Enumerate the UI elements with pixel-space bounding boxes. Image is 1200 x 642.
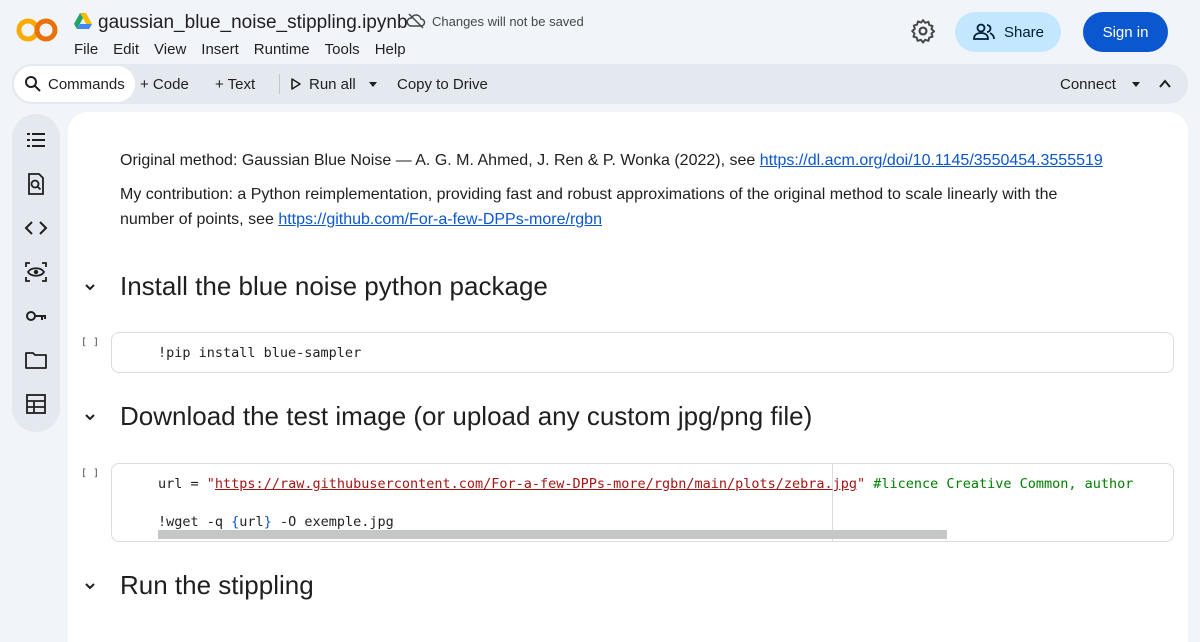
code-token: url bbox=[239, 514, 264, 530]
add-text-button[interactable]: + Text bbox=[215, 64, 255, 104]
code-token: -O exemple.jpg bbox=[271, 514, 394, 530]
cloud-off-icon bbox=[406, 13, 426, 29]
paper-link[interactable]: https://dl.acm.org/doi/10.1145/3550454.3… bbox=[760, 152, 1103, 169]
intro-paragraph-1: Original method: Gaussian Blue Noise — A… bbox=[120, 148, 1103, 173]
code-snippets-icon[interactable] bbox=[24, 216, 48, 240]
toolbar-divider bbox=[279, 74, 280, 94]
chevron-up-icon[interactable] bbox=[1158, 77, 1172, 91]
section-heading-install: Install the blue noise python package bbox=[120, 271, 548, 301]
run-all-dropdown-icon[interactable] bbox=[367, 79, 379, 89]
section-heading-run: Run the stippling bbox=[120, 570, 314, 600]
commands-button[interactable]: Commands bbox=[14, 66, 135, 102]
save-status-text: Changes will not be saved bbox=[432, 13, 584, 29]
run-all-label: Run all bbox=[309, 75, 356, 93]
code-token: " bbox=[857, 476, 866, 492]
menu-tools[interactable]: Tools bbox=[325, 41, 360, 58]
connect-dropdown-icon[interactable] bbox=[1130, 79, 1142, 89]
chevron-down-icon[interactable] bbox=[82, 409, 98, 425]
run-all-button[interactable]: Run all bbox=[289, 64, 356, 104]
horizontal-scrollbar[interactable] bbox=[158, 530, 947, 539]
menu-file[interactable]: File bbox=[74, 41, 98, 58]
chevron-down-icon[interactable] bbox=[82, 279, 98, 295]
code-url[interactable]: https://raw.githubusercontent.com/For-a-… bbox=[215, 476, 857, 492]
section-heading-download: Download the test image (or upload any c… bbox=[120, 401, 813, 431]
github-link[interactable]: https://github.com/For-a-few-DPPs-more/r… bbox=[278, 211, 602, 228]
code-cell-install[interactable]: !pip install blue-sampler bbox=[111, 332, 1174, 373]
menu-runtime[interactable]: Runtime bbox=[254, 41, 310, 58]
notebook-title[interactable]: gaussian_blue_noise_stippling.ipynb bbox=[98, 12, 408, 34]
menu-help[interactable]: Help bbox=[375, 41, 406, 58]
table-of-contents-icon[interactable] bbox=[24, 128, 48, 152]
play-icon bbox=[291, 78, 301, 90]
save-status[interactable]: Changes will not be saved bbox=[406, 13, 584, 29]
google-drive-icon bbox=[74, 13, 92, 29]
code-token: !wget -q bbox=[158, 514, 232, 530]
menu-bar: File Edit View Insert Runtime Tools Help bbox=[74, 41, 421, 58]
cell-run-button[interactable]: [ ] bbox=[81, 337, 99, 348]
colab-logo[interactable] bbox=[16, 14, 58, 46]
variables-icon[interactable] bbox=[24, 260, 48, 284]
code-line: !wget -q {url} -O exemple.jpg bbox=[158, 514, 394, 530]
intro-1-text: Original method: Gaussian Blue Noise — A… bbox=[120, 152, 760, 169]
commands-label: Commands bbox=[48, 75, 125, 93]
menu-edit[interactable]: Edit bbox=[113, 41, 139, 58]
data-table-icon[interactable] bbox=[24, 392, 48, 416]
share-label: Share bbox=[1003, 23, 1045, 41]
notebook-toolbar: Commands + Code + Text Run all Copy to D… bbox=[12, 64, 1188, 104]
notebook-area: Original method: Gaussian Blue Noise — A… bbox=[68, 112, 1188, 642]
connect-button[interactable]: Connect bbox=[1060, 64, 1116, 104]
code-token: " bbox=[206, 476, 215, 492]
find-icon[interactable] bbox=[24, 172, 48, 196]
code-cell-download[interactable]: url = "https://raw.githubusercontent.com… bbox=[111, 463, 1174, 542]
code-token: } bbox=[263, 514, 272, 530]
menu-insert[interactable]: Insert bbox=[201, 41, 239, 58]
cell-run-button[interactable]: [ ] bbox=[81, 468, 99, 479]
copy-to-drive-button[interactable]: Copy to Drive bbox=[397, 64, 488, 104]
gear-icon[interactable] bbox=[910, 18, 936, 44]
search-icon bbox=[25, 76, 41, 92]
share-button[interactable]: Share bbox=[955, 12, 1061, 52]
intro-2-text-b: number of points, see bbox=[120, 211, 279, 228]
chevron-down-icon[interactable] bbox=[82, 578, 98, 594]
left-sidebar bbox=[12, 114, 60, 432]
code-line: !pip install blue-sampler bbox=[158, 345, 362, 361]
people-icon bbox=[973, 23, 995, 40]
code-token: url = bbox=[158, 476, 207, 492]
secrets-key-icon[interactable] bbox=[24, 304, 48, 328]
code-line: url = "https://raw.githubusercontent.com… bbox=[158, 476, 1133, 492]
code-comment: #licence Creative Common, author bbox=[865, 476, 1134, 492]
top-bar: gaussian_blue_noise_stippling.ipynb Chan… bbox=[0, 0, 1200, 64]
add-code-button[interactable]: + Code bbox=[140, 64, 189, 104]
files-folder-icon[interactable] bbox=[24, 348, 48, 372]
sign-in-button[interactable]: Sign in bbox=[1083, 12, 1168, 52]
menu-view[interactable]: View bbox=[154, 41, 186, 58]
intro-2-text-a: My contribution: a Python reimplementati… bbox=[120, 186, 1058, 203]
intro-paragraph-2: My contribution: a Python reimplementati… bbox=[120, 182, 1057, 232]
